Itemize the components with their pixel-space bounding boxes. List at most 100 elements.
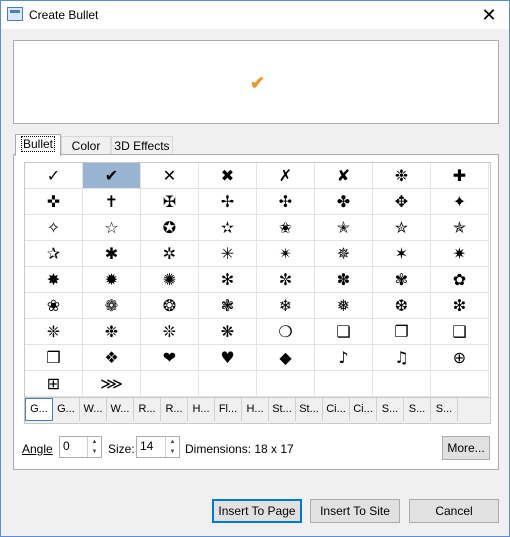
tab-bullet[interactable]: Bullet [15,134,61,156]
font-tab[interactable]: Ci... [323,398,350,421]
symbol-cell[interactable]: ✭ [315,215,373,241]
symbol-cell[interactable]: ♫ [373,345,431,371]
symbol-cell[interactable]: ⊕ [431,345,489,371]
symbol-cell[interactable]: ✣ [257,189,315,215]
symbol-cell[interactable]: ❀ [25,293,83,319]
symbol-cell[interactable]: ✲ [141,241,199,267]
symbol-cell[interactable]: ✽ [315,267,373,293]
font-tab[interactable]: W... [107,398,134,421]
tab-color[interactable]: Color [61,136,111,155]
symbol-cell[interactable]: ❈ [25,319,83,345]
symbol-cell[interactable]: ❉ [83,319,141,345]
symbol-cell[interactable]: ✸ [25,267,83,293]
symbol-cell[interactable]: ❏ [315,319,373,345]
symbol-cell[interactable]: ✶ [373,241,431,267]
font-tab[interactable]: Fl... [215,398,242,421]
symbol-cell[interactable]: ✜ [25,189,83,215]
symbol-cell[interactable]: ❖ [83,345,141,371]
font-tab[interactable]: S... [431,398,458,421]
insert-to-page-button[interactable]: Insert To Page [212,499,302,523]
size-spinner[interactable]: ▲▼ [136,436,180,458]
cancel-button[interactable]: Cancel [409,499,499,523]
symbol-cell[interactable]: ❑ [431,319,489,345]
symbol-cell [141,371,199,397]
symbol-cell [373,371,431,397]
symbol-cell[interactable]: ✗ [257,163,315,189]
symbol-cell[interactable]: ❂ [141,293,199,319]
symbol-cell[interactable]: ✼ [257,267,315,293]
font-tab[interactable]: R... [134,398,161,421]
symbol-cell[interactable]: ❄ [257,293,315,319]
symbol-cell[interactable]: ✕ [141,163,199,189]
symbol-cell[interactable]: ✝ [83,189,141,215]
symbol-cell[interactable]: ❐ [373,319,431,345]
font-tab[interactable]: G... [25,398,53,421]
symbol-cell[interactable]: ❆ [373,293,431,319]
symbol-cell[interactable]: ✤ [315,189,373,215]
angle-spinner[interactable]: ▲▼ [59,436,102,458]
size-input[interactable] [137,437,166,455]
symbol-cell[interactable]: ✺ [141,267,199,293]
font-tab[interactable]: R... [161,398,188,421]
symbol-cell[interactable]: ❋ [199,319,257,345]
size-down-icon[interactable]: ▼ [166,447,179,457]
symbol-cell[interactable]: ✰ [25,241,83,267]
symbol-cell[interactable]: ✪ [141,215,199,241]
symbol-cell[interactable]: ❅ [315,293,373,319]
symbol-cell[interactable]: ♪ [315,345,373,371]
symbol-cell[interactable]: ✱ [83,241,141,267]
symbol-cell[interactable]: ✓ [25,163,83,189]
symbol-cell[interactable]: ✧ [25,215,83,241]
symbol-cell[interactable]: ✚ [431,163,489,189]
symbol-cell[interactable]: ❃ [199,293,257,319]
insert-to-site-button[interactable]: Insert To Site [310,499,400,523]
close-icon[interactable]: ✕ [471,1,507,29]
symbol-cell[interactable]: ❁ [83,293,141,319]
font-tab[interactable]: S... [377,398,404,421]
symbol-cell[interactable]: ✥ [373,189,431,215]
size-up-icon[interactable]: ▲ [166,437,179,447]
font-tab[interactable]: G... [53,398,80,421]
symbol-cell[interactable]: ✖ [199,163,257,189]
angle-down-icon[interactable]: ▼ [88,447,101,457]
symbol-cell[interactable]: ❊ [141,319,199,345]
symbol-cell[interactable]: ✿ [431,267,489,293]
symbol-cell[interactable]: ✔ [83,163,141,189]
symbol-cell[interactable]: ❇ [431,293,489,319]
symbol-cell[interactable]: ✵ [315,241,373,267]
symbol-cell[interactable]: ✢ [199,189,257,215]
symbol-cell[interactable]: ✹ [83,267,141,293]
symbol-cell[interactable]: ✳ [199,241,257,267]
font-tab[interactable]: St... [296,398,323,421]
symbol-cell[interactable]: ✠ [141,189,199,215]
font-tab[interactable]: Ci... [350,398,377,421]
symbol-cell[interactable]: ❍ [257,319,315,345]
symbol-cell[interactable]: ❉ [373,163,431,189]
symbol-cell[interactable]: ✫ [199,215,257,241]
symbol-cell[interactable]: ♥ [199,345,257,371]
symbol-cell[interactable]: ◆ [257,345,315,371]
font-tab[interactable]: S... [404,398,431,421]
symbol-cell[interactable]: ✬ [257,215,315,241]
symbol-cell[interactable]: ❤ [141,345,199,371]
font-tab[interactable]: W... [80,398,107,421]
symbol-cell[interactable]: ✘ [315,163,373,189]
font-tab[interactable]: H... [242,398,269,421]
symbol-cell[interactable]: ✷ [431,241,489,267]
angle-up-icon[interactable]: ▲ [88,437,101,447]
symbol-cell[interactable]: ✴ [257,241,315,267]
symbol-cell[interactable]: ☆ [83,215,141,241]
symbol-cell[interactable]: ✯ [431,215,489,241]
symbol-cell[interactable]: ✦ [431,189,489,215]
more-button[interactable]: More... [442,436,490,460]
symbol-cell[interactable]: ⊞ [25,371,83,397]
symbol-cell[interactable]: ❒ [25,345,83,371]
symbol-cell[interactable]: ✮ [373,215,431,241]
symbol-cell[interactable]: ✾ [373,267,431,293]
symbol-cell[interactable]: ⋙ [83,371,141,397]
symbol-cell[interactable]: ✻ [199,267,257,293]
font-tab[interactable]: H... [188,398,215,421]
angle-input[interactable] [60,437,89,455]
font-tab[interactable]: St... [269,398,296,421]
tab-3d-effects[interactable]: 3D Effects [111,136,173,155]
